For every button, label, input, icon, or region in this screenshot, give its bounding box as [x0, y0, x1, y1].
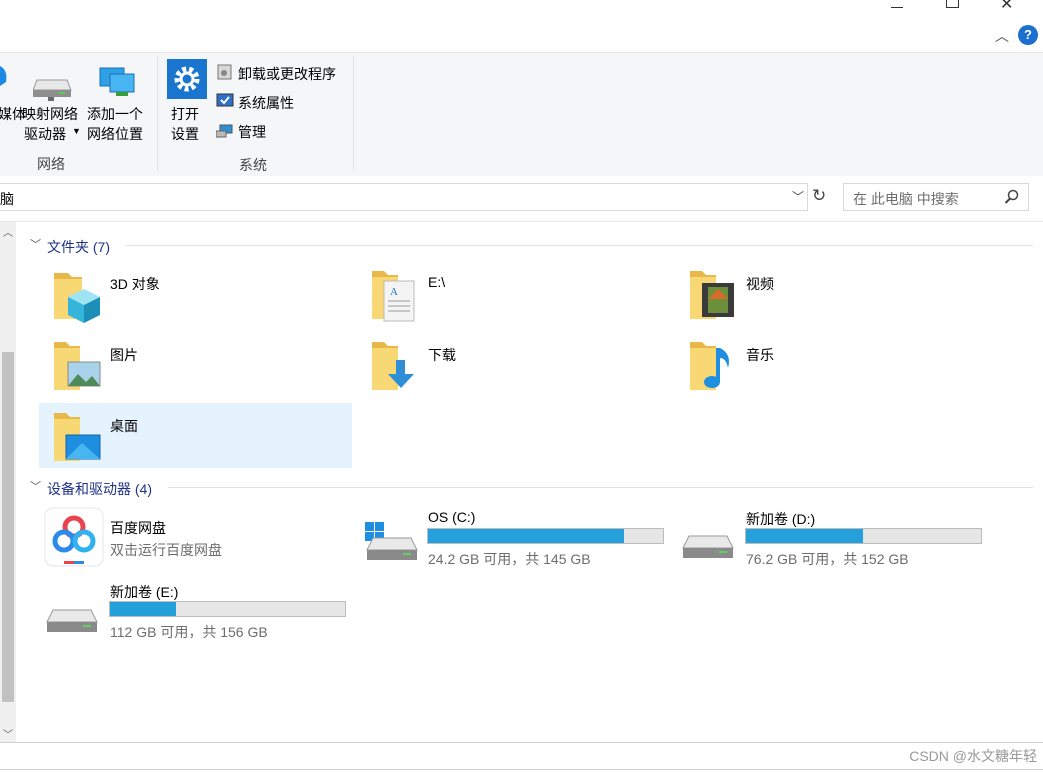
drive-label[interactable]: 新加卷 (D:) [746, 509, 815, 529]
collapse-ribbon-icon[interactable]: ︿ [995, 26, 1009, 46]
open-settings-label-1[interactable]: 打开 [171, 104, 199, 124]
help-button[interactable]: ? [1018, 25, 1038, 45]
desktop-folder-icon [54, 413, 101, 461]
folders-header[interactable]: 文件夹 (7) [47, 237, 110, 257]
drive-free-text: 112 GB 可用，共 156 GB [110, 624, 268, 640]
open-settings-label-2[interactable]: 设置 [171, 124, 199, 144]
windows-drive-icon [365, 522, 418, 560]
drive-icon [46, 609, 98, 632]
downloads-folder-icon [372, 342, 414, 390]
close-button[interactable]: ✕ [1000, 0, 1013, 14]
drive-label[interactable]: OS (C:) [428, 509, 475, 525]
watermark: CSDN @水文糖年轻 [909, 748, 1037, 764]
add-location-label-1[interactable]: 添加一个 [87, 104, 143, 124]
baidu-desc: 双击运行百度网盘 [110, 542, 222, 558]
section-divider [125, 245, 1033, 246]
uninstall-icon [217, 64, 232, 80]
drive-usage-fill [110, 602, 177, 616]
minimize-button[interactable] [886, 0, 908, 14]
address-path[interactable]: 脑 [0, 189, 14, 209]
drive-label[interactable]: 新加卷 (E:) [110, 582, 178, 602]
videos-folder-icon [690, 271, 734, 319]
drive-icon [682, 535, 734, 558]
ribbon-separator [157, 56, 158, 171]
settings-icon [167, 59, 207, 99]
music-folder-icon [690, 342, 729, 390]
folder-label[interactable]: 3D 对象 [110, 274, 160, 294]
devices-header[interactable]: 设备和驱动器 (4) [47, 479, 152, 499]
drive-usage-fill [746, 529, 864, 543]
folder-label[interactable]: E:\ [428, 274, 445, 290]
drive-usage-bar [109, 601, 346, 617]
network-location-icon [99, 67, 135, 96]
drive-usage-fill [428, 529, 624, 543]
drive-free-text: 76.2 GB 可用，共 152 GB [746, 551, 909, 567]
system-properties-icon [216, 93, 234, 107]
chevron-down-icon[interactable]: ﹀ [30, 478, 41, 494]
chevron-down-icon[interactable]: ▼ [72, 126, 81, 136]
scroll-up-icon[interactable]: ︿ [3, 224, 13, 239]
divider [0, 769, 1043, 770]
search-placeholder: 在 此电脑 中搜索 [853, 191, 959, 207]
drive-free-text: 24.2 GB 可用，共 145 GB [428, 551, 591, 567]
uninstall-button[interactable]: 卸载或更改程序 [238, 64, 336, 84]
address-bar[interactable] [0, 183, 808, 211]
system-group-label: 系统 [239, 157, 267, 173]
map-drive-label-2[interactable]: 驱动器 [24, 124, 66, 144]
network-group-label: 网络 [37, 156, 65, 172]
pictures-folder-icon [54, 342, 101, 390]
folder-label[interactable]: 下载 [428, 345, 456, 365]
folder-label[interactable]: 图片 [110, 345, 138, 365]
maximize-button[interactable] [946, 0, 959, 8]
drive-usage-bar [745, 528, 982, 544]
baidu-netdisk-icon [44, 507, 104, 567]
manage-button[interactable]: 管理 [238, 122, 266, 142]
drive-usage-bar [427, 528, 664, 544]
divider [0, 742, 1043, 743]
refresh-icon[interactable]: ↻ [812, 186, 826, 206]
folder-label[interactable]: 音乐 [746, 345, 774, 365]
scroll-down-icon[interactable]: ﹀ [3, 726, 13, 741]
search-icon[interactable] [1004, 189, 1020, 205]
map-drive-label-1[interactable]: 映射网络 [22, 104, 78, 124]
e-drive-folder-icon: A [372, 271, 415, 322]
add-location-label-2[interactable]: 网络位置 [87, 124, 143, 144]
manage-icon [216, 124, 233, 138]
ribbon-separator [353, 56, 354, 171]
folder-label[interactable]: 视频 [746, 274, 774, 294]
3d-objects-folder-icon [54, 273, 100, 323]
divider [0, 221, 1043, 222]
svg-text:A: A [390, 286, 398, 298]
media-icon [0, 66, 7, 86]
chevron-down-icon[interactable]: ﹀ [792, 188, 804, 205]
baidu-label[interactable]: 百度网盘 [110, 518, 166, 538]
section-divider [168, 487, 1033, 488]
system-properties-button[interactable]: 系统属性 [238, 93, 294, 113]
chevron-down-icon[interactable]: ﹀ [30, 236, 41, 252]
map-drive-icon [33, 79, 72, 101]
scrollbar-thumb[interactable] [2, 352, 14, 702]
folder-label[interactable]: 桌面 [110, 416, 138, 436]
